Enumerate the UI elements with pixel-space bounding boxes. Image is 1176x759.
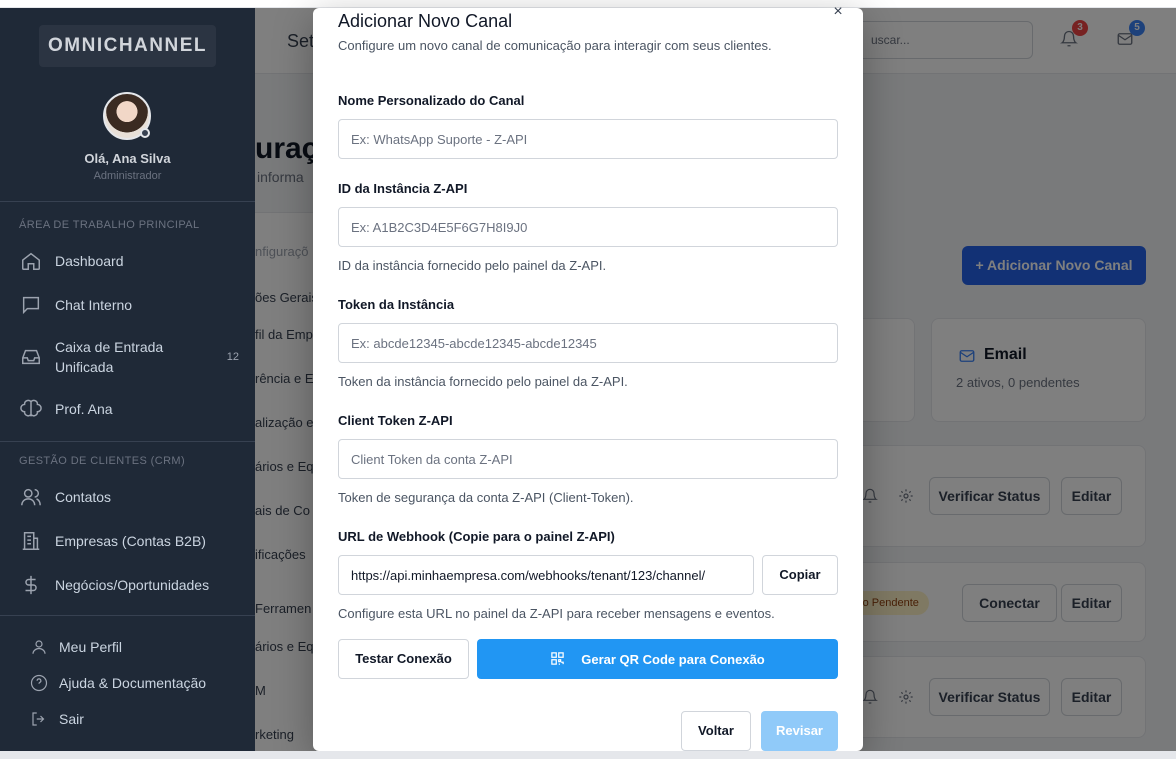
client-token-help: Token de segurança da conta Z-API (Clien… xyxy=(338,490,634,505)
chat-icon xyxy=(19,293,43,317)
sidebar-item-prof-ana[interactable]: Prof. Ana xyxy=(19,397,239,421)
modal-title: Adicionar Novo Canal xyxy=(338,11,513,31)
sidebar-item-label: Ajuda & Documentação xyxy=(59,675,207,691)
dollar-icon xyxy=(19,573,43,597)
sidebar-item-inbox[interactable]: Caixa de Entrada Unificada 12 xyxy=(19,337,239,377)
sidebar-item-label: Prof. Ana xyxy=(55,401,113,417)
token-label: Token da Instância xyxy=(338,297,455,312)
sidebar-item-label: Chat Interno xyxy=(55,297,133,313)
add-channel-modal: × Adicionar Novo Canal Configure um novo… xyxy=(313,3,863,751)
webhook-label: URL de Webhook (Copie para o painel Z-AP… xyxy=(338,529,615,544)
sidebar-item-dashboard[interactable]: Dashboard xyxy=(19,249,239,273)
brain-icon xyxy=(19,397,43,421)
help-icon xyxy=(29,673,49,693)
browser-top-strip xyxy=(0,0,1176,8)
modal-subtitle: Configure um novo canal de comunicação p… xyxy=(338,38,772,53)
building-icon xyxy=(19,529,43,553)
sidebar-item-label: Caixa de Entrada Unificada xyxy=(55,339,164,375)
sidebar-item-help[interactable]: Ajuda & Documentação xyxy=(29,673,206,693)
client-token-input[interactable] xyxy=(338,439,838,479)
webhook-help: Configure esta URL no painel da Z-API pa… xyxy=(338,606,775,621)
sidebar-item-label: Meu Perfil xyxy=(59,639,123,655)
sidebar-item-chat[interactable]: Chat Interno xyxy=(19,293,239,317)
user-role: Administrador xyxy=(93,170,162,182)
inbox-count: 12 xyxy=(226,351,239,363)
webhook-url-input[interactable] xyxy=(338,555,754,595)
status-dot xyxy=(140,128,150,138)
copy-button[interactable]: Copiar xyxy=(762,555,838,595)
sidebar: OMNICHANNEL Olá, Ana Silva Administrador… xyxy=(0,8,255,751)
logout-icon xyxy=(29,709,49,729)
instance-id-help: ID da instância fornecido pelo painel da… xyxy=(338,258,607,273)
sidebar-divider xyxy=(0,615,255,616)
users-icon xyxy=(19,485,43,509)
app-logo[interactable]: OMNICHANNEL xyxy=(39,25,216,67)
section-heading-main: ÁREA DE TRABALHO PRINCIPAL xyxy=(19,219,200,231)
client-token-label: Client Token Z-API xyxy=(338,413,453,428)
user-icon xyxy=(29,637,49,657)
review-button[interactable]: Revisar xyxy=(761,711,838,751)
back-button[interactable]: Voltar xyxy=(681,711,751,751)
sidebar-divider xyxy=(0,201,255,202)
sidebar-item-label: Empresas (Contas B2B) xyxy=(55,533,206,549)
inbox-icon xyxy=(19,345,43,369)
section-heading-crm: GESTÃO DE CLIENTES (CRM) xyxy=(19,455,186,467)
user-name: Olá, Ana Silva xyxy=(84,151,171,166)
instance-id-input[interactable] xyxy=(338,207,838,247)
instance-id-label: ID da Instância Z-API xyxy=(338,181,468,196)
sidebar-item-profile[interactable]: Meu Perfil xyxy=(29,637,122,657)
channel-name-label: Nome Personalizado do Canal xyxy=(338,93,525,108)
channel-name-input[interactable] xyxy=(338,119,838,159)
sidebar-divider xyxy=(0,441,255,442)
sidebar-item-deals[interactable]: Negócios/Oportunidades xyxy=(19,573,239,597)
sidebar-item-label: Contatos xyxy=(55,489,112,505)
generate-qr-label: Gerar QR Code para Conexão xyxy=(581,651,765,667)
test-connection-button[interactable]: Testar Conexão xyxy=(338,639,469,679)
sidebar-item-label: Sair xyxy=(59,711,84,727)
sidebar-item-label: Negócios/Oportunidades xyxy=(55,577,210,593)
token-input[interactable] xyxy=(338,323,838,363)
sidebar-item-companies[interactable]: Empresas (Contas B2B) xyxy=(19,529,239,553)
token-help: Token da instância fornecido pelo painel… xyxy=(338,374,628,389)
sidebar-item-logout[interactable]: Sair xyxy=(29,709,84,729)
sidebar-item-contacts[interactable]: Contatos xyxy=(19,485,239,509)
home-icon xyxy=(19,249,43,273)
sidebar-item-label: Dashboard xyxy=(55,253,124,269)
generate-qr-button[interactable]: Gerar QR Code para Conexão xyxy=(477,639,838,679)
qr-code-icon xyxy=(550,651,566,667)
close-icon[interactable]: × xyxy=(829,3,847,21)
browser-bottom-strip xyxy=(0,751,1176,759)
